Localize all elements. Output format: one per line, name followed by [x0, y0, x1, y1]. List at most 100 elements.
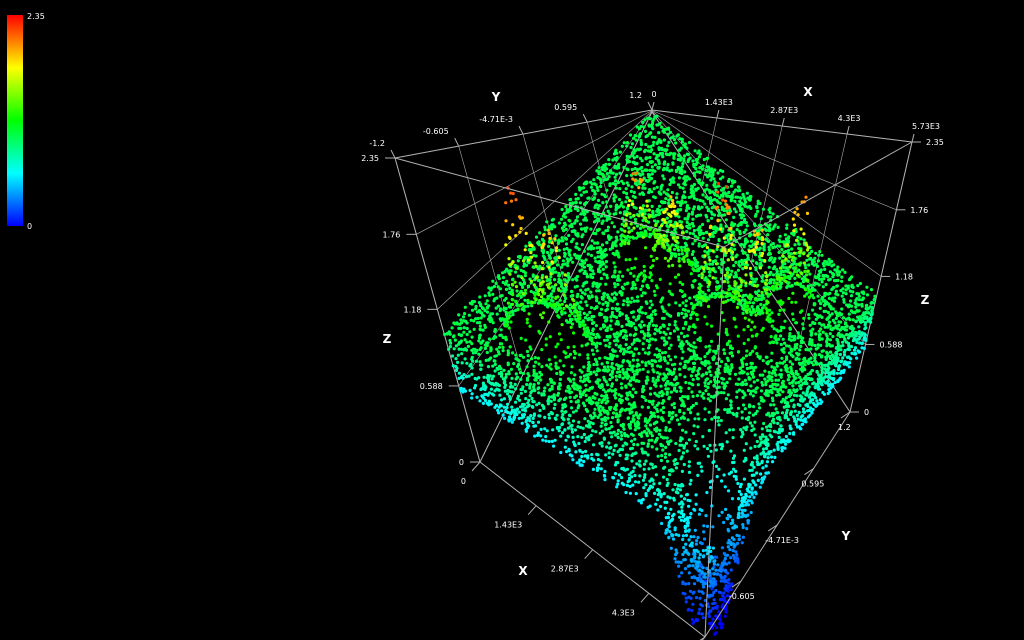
data-point: [740, 216, 744, 220]
data-point: [645, 204, 649, 208]
point-cloud: [443, 114, 877, 636]
data-point: [526, 284, 530, 288]
data-point: [722, 236, 726, 240]
data-point: [862, 337, 866, 341]
data-point: [625, 191, 629, 196]
data-point: [717, 467, 721, 471]
data-point: [606, 326, 610, 330]
data-point: [648, 168, 652, 172]
data-point: [621, 335, 626, 340]
data-point: [573, 314, 577, 318]
data-point: [760, 242, 764, 246]
data-point: [604, 344, 608, 348]
data-point: [798, 375, 802, 379]
data-point: [536, 301, 541, 305]
data-point: [653, 232, 657, 237]
data-point: [591, 197, 595, 201]
data-point: [811, 382, 815, 386]
data-point: [722, 279, 727, 284]
data-point: [648, 343, 652, 347]
data-point: [754, 334, 758, 338]
data-point: [698, 233, 702, 237]
data-point: [648, 214, 652, 218]
data-point: [797, 246, 801, 251]
data-point: [639, 143, 644, 147]
data-point: [641, 347, 645, 351]
data-point: [797, 410, 801, 414]
data-point: [825, 338, 829, 342]
data-point: [758, 266, 763, 270]
data-point: [627, 319, 631, 323]
data-point: [732, 264, 736, 268]
data-point: [748, 468, 752, 473]
data-point: [625, 282, 629, 286]
data-point: [726, 489, 731, 493]
data-point: [751, 413, 756, 417]
data-point: [595, 363, 599, 367]
data-point: [731, 181, 735, 185]
data-point: [530, 244, 534, 248]
data-point: [863, 327, 867, 331]
data-point: [793, 210, 797, 214]
data-point: [727, 275, 732, 279]
data-point: [749, 206, 753, 210]
data-point: [765, 460, 770, 464]
data-point: [757, 289, 761, 293]
data-point: [732, 526, 736, 530]
data-point: [741, 307, 745, 311]
data-point: [655, 286, 659, 290]
data-point: [744, 281, 748, 285]
data-point: [642, 125, 646, 129]
data-point: [660, 298, 664, 302]
data-point: [557, 256, 561, 260]
data-point: [678, 185, 682, 189]
data-point: [630, 287, 634, 291]
data-point: [516, 259, 520, 263]
data-point: [864, 307, 868, 311]
data-point: [669, 195, 673, 199]
data-point: [615, 354, 619, 358]
data-point: [727, 287, 731, 291]
data-point: [728, 346, 733, 350]
data-point: [684, 299, 689, 303]
data-point: [662, 343, 667, 347]
data-point: [720, 258, 724, 262]
data-point: [741, 496, 745, 500]
data-point: [831, 334, 835, 339]
data-point: [627, 242, 631, 246]
data-point: [795, 238, 799, 242]
data-point: [795, 413, 800, 417]
data-point: [671, 263, 675, 267]
data-point: [620, 239, 625, 243]
data-point: [608, 324, 612, 328]
data-point: [614, 307, 618, 311]
data-point: [713, 295, 718, 299]
data-point: [787, 394, 791, 399]
data-point: [741, 251, 746, 255]
data-point: [599, 327, 603, 331]
data-point: [705, 322, 709, 326]
data-point: [654, 324, 659, 328]
surface-3d-plot[interactable]: 2.35 0 01.43E32.87E34.3E35.73E3X01.43E32…: [0, 0, 1024, 640]
data-point: [655, 347, 659, 351]
data-point: [797, 242, 801, 246]
data-point: [620, 324, 624, 328]
data-point: [648, 228, 652, 232]
data-point: [648, 155, 652, 160]
data-point: [748, 421, 753, 425]
data-point: [641, 367, 645, 371]
data-point: [652, 248, 656, 252]
data-point: [708, 485, 713, 490]
data-point: [785, 344, 789, 348]
data-point: [582, 333, 586, 337]
data-point: [731, 549, 735, 553]
data-point: [605, 218, 609, 222]
data-point: [611, 182, 615, 186]
data-point: [693, 417, 697, 421]
data-point: [686, 407, 690, 411]
data-point: [799, 398, 803, 402]
data-point: [739, 278, 743, 282]
data-point: [568, 253, 572, 257]
data-point: [816, 377, 820, 381]
data-point: [662, 372, 666, 376]
